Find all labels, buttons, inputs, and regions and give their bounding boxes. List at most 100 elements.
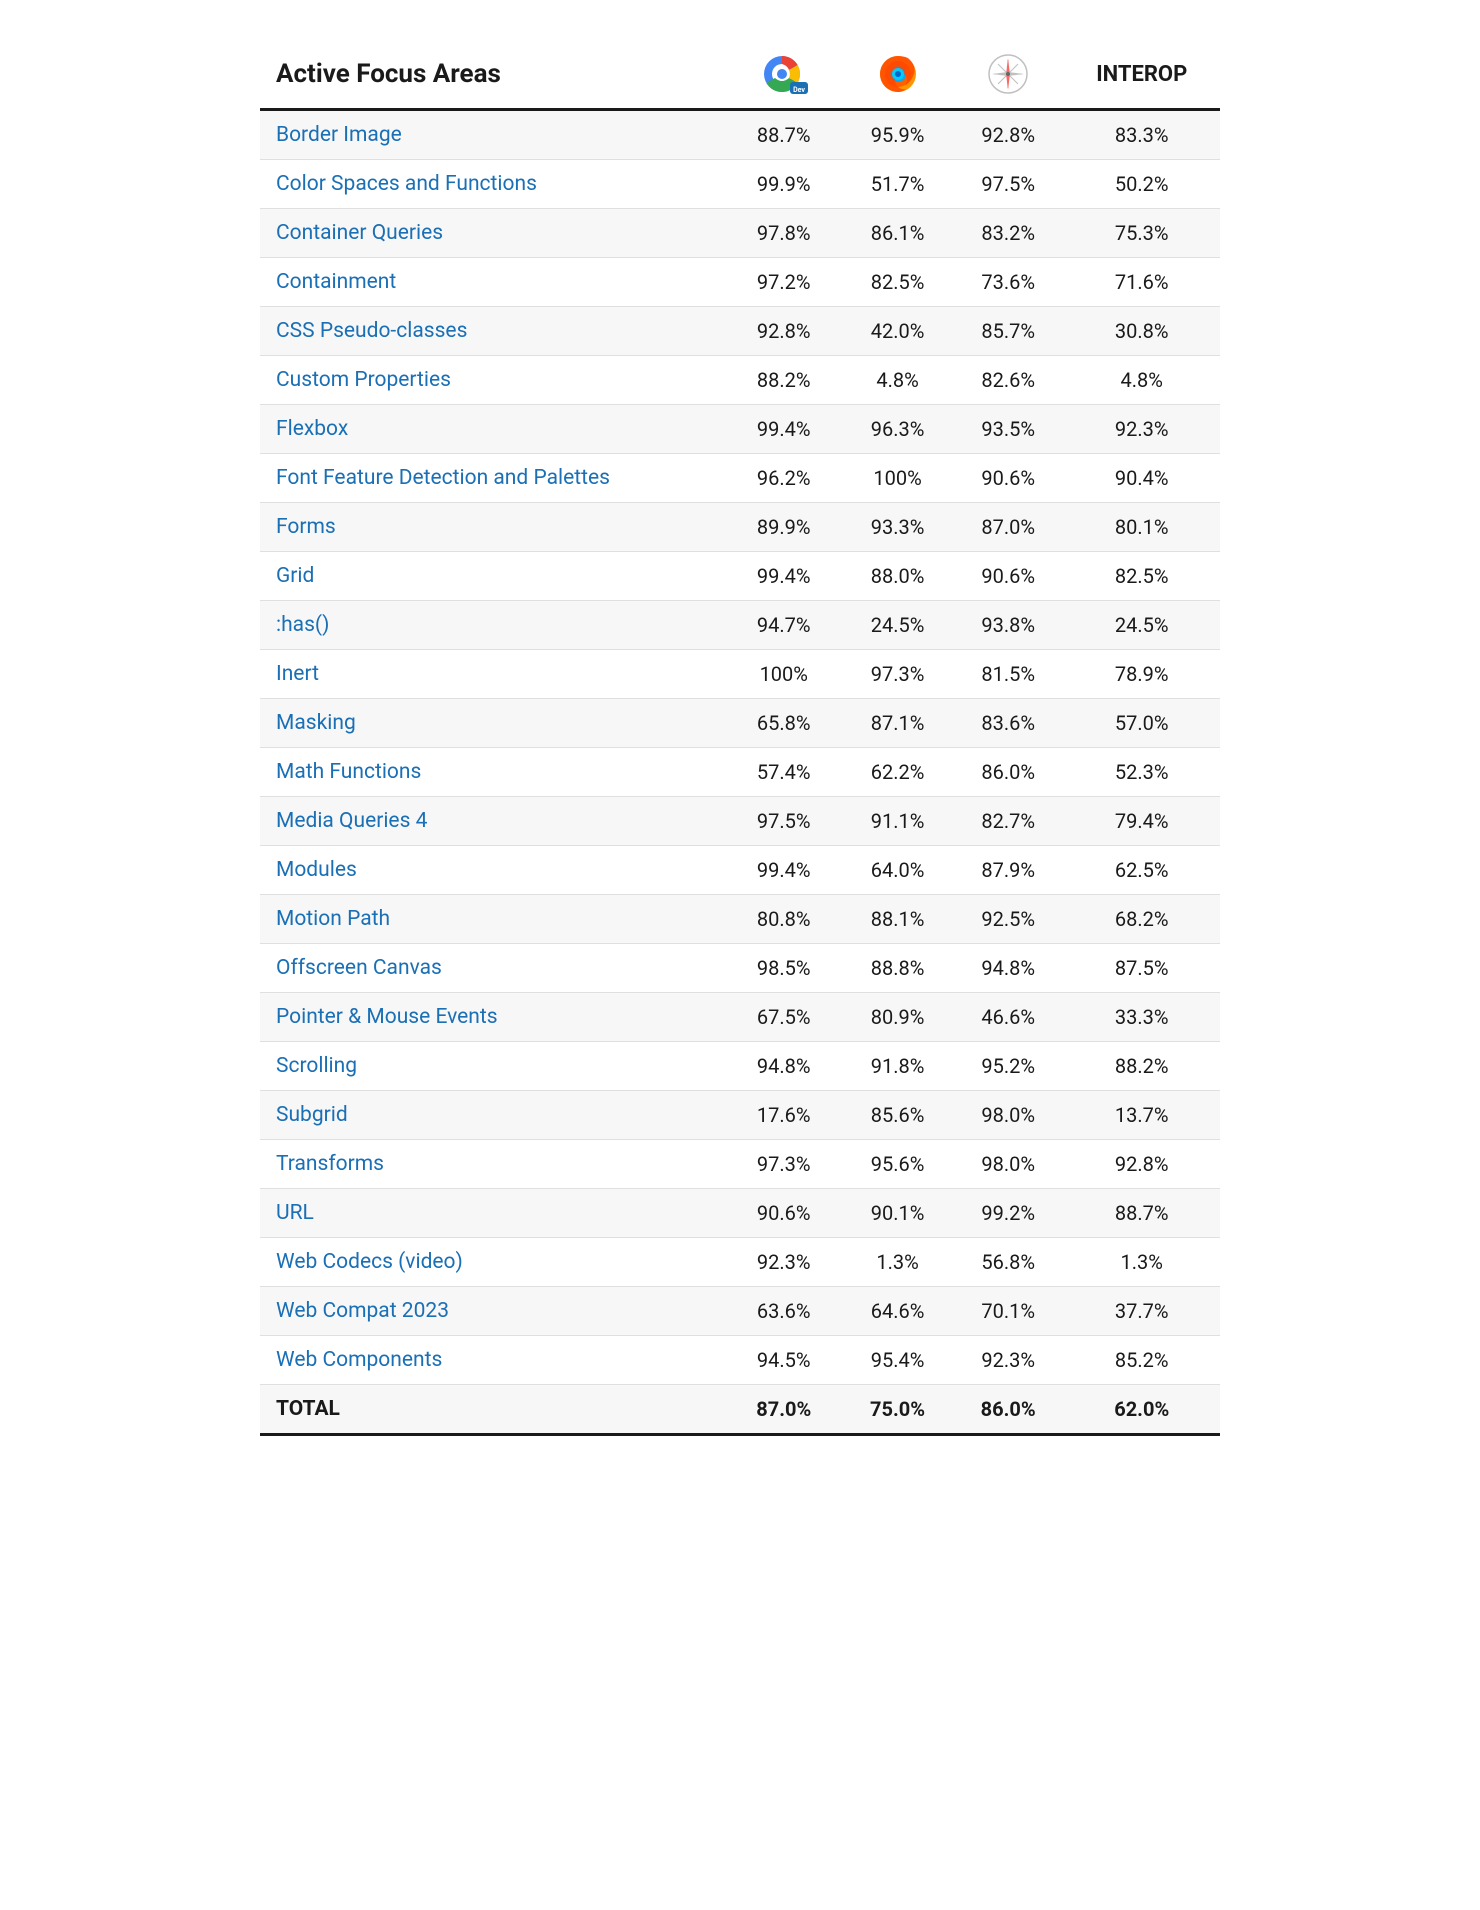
- safari-icon-container: [969, 52, 1048, 96]
- row-value-col2: 17.6%: [725, 1091, 842, 1140]
- chrome-dev-icon: Dev: [754, 52, 814, 96]
- row-value-col4: 93.8%: [953, 601, 1064, 650]
- row-name[interactable]: Font Feature Detection and Palettes: [260, 454, 725, 503]
- row-value-col2: 87.0%: [725, 1385, 842, 1435]
- row-value-col3: 91.1%: [842, 797, 953, 846]
- row-value-col2: 89.9%: [725, 503, 842, 552]
- row-value-col2: 90.6%: [725, 1189, 842, 1238]
- row-name[interactable]: Forms: [260, 503, 725, 552]
- row-value-col4: 86.0%: [953, 748, 1064, 797]
- row-name[interactable]: Motion Path: [260, 895, 725, 944]
- row-value-col4: 97.5%: [953, 160, 1064, 209]
- table-row: Web Compat 202363.6%64.6%70.1%37.7%: [260, 1287, 1220, 1336]
- row-value-col5: 4.8%: [1063, 356, 1220, 405]
- row-value-col5: 52.3%: [1063, 748, 1220, 797]
- row-value-col4: 46.6%: [953, 993, 1064, 1042]
- row-name[interactable]: :has(): [260, 601, 725, 650]
- row-value-col3: 97.3%: [842, 650, 953, 699]
- row-value-col4: 95.2%: [953, 1042, 1064, 1091]
- row-name[interactable]: Inert: [260, 650, 725, 699]
- row-value-col3: 64.6%: [842, 1287, 953, 1336]
- row-value-col3: 87.1%: [842, 699, 953, 748]
- table-row: Pointer & Mouse Events67.5%80.9%46.6%33.…: [260, 993, 1220, 1042]
- row-value-col4: 99.2%: [953, 1189, 1064, 1238]
- row-name[interactable]: Containment: [260, 258, 725, 307]
- row-name[interactable]: CSS Pseudo-classes: [260, 307, 725, 356]
- row-value-col5: 87.5%: [1063, 944, 1220, 993]
- row-value-col2: 97.8%: [725, 209, 842, 258]
- row-value-col5: 78.9%: [1063, 650, 1220, 699]
- row-value-col4: 82.6%: [953, 356, 1064, 405]
- table-row: Grid99.4%88.0%90.6%82.5%: [260, 552, 1220, 601]
- table-row: Web Codecs (video)92.3%1.3%56.8%1.3%: [260, 1238, 1220, 1287]
- row-value-col4: 85.7%: [953, 307, 1064, 356]
- row-value-col2: 92.8%: [725, 307, 842, 356]
- row-value-col4: 92.5%: [953, 895, 1064, 944]
- table-row: Subgrid17.6%85.6%98.0%13.7%: [260, 1091, 1220, 1140]
- row-value-col2: 63.6%: [725, 1287, 842, 1336]
- row-value-col3: 93.3%: [842, 503, 953, 552]
- row-value-col3: 75.0%: [842, 1385, 953, 1435]
- table-row: Border Image88.7%95.9%92.8%83.3%: [260, 110, 1220, 160]
- row-name[interactable]: Transforms: [260, 1140, 725, 1189]
- row-value-col5: 33.3%: [1063, 993, 1220, 1042]
- table-row: Forms89.9%93.3%87.0%80.1%: [260, 503, 1220, 552]
- col-header-chrome: Dev: [725, 40, 842, 110]
- safari-icon: [986, 52, 1030, 96]
- row-value-col2: 99.4%: [725, 846, 842, 895]
- row-value-col3: 24.5%: [842, 601, 953, 650]
- row-value-col5: 80.1%: [1063, 503, 1220, 552]
- row-value-col2: 92.3%: [725, 1238, 842, 1287]
- row-value-col3: 95.4%: [842, 1336, 953, 1385]
- table-row: URL90.6%90.1%99.2%88.7%: [260, 1189, 1220, 1238]
- row-name[interactable]: URL: [260, 1189, 725, 1238]
- row-value-col2: 97.5%: [725, 797, 842, 846]
- row-value-col5: 30.8%: [1063, 307, 1220, 356]
- row-value-col4: 86.0%: [953, 1385, 1064, 1435]
- row-name[interactable]: Grid: [260, 552, 725, 601]
- row-value-col2: 80.8%: [725, 895, 842, 944]
- row-name[interactable]: Masking: [260, 699, 725, 748]
- row-value-col3: 90.1%: [842, 1189, 953, 1238]
- row-value-col3: 91.8%: [842, 1042, 953, 1091]
- row-value-col5: 68.2%: [1063, 895, 1220, 944]
- row-value-col2: 94.7%: [725, 601, 842, 650]
- row-value-col3: 95.6%: [842, 1140, 953, 1189]
- row-value-col5: 88.7%: [1063, 1189, 1220, 1238]
- table-row: :has()94.7%24.5%93.8%24.5%: [260, 601, 1220, 650]
- row-name[interactable]: Scrolling: [260, 1042, 725, 1091]
- row-name[interactable]: Web Codecs (video): [260, 1238, 725, 1287]
- row-name[interactable]: Modules: [260, 846, 725, 895]
- col-header-safari: [953, 40, 1064, 110]
- row-value-col3: 42.0%: [842, 307, 953, 356]
- row-value-col4: 98.0%: [953, 1091, 1064, 1140]
- row-name[interactable]: Border Image: [260, 110, 725, 160]
- row-name[interactable]: Web Compat 2023: [260, 1287, 725, 1336]
- row-name[interactable]: Offscreen Canvas: [260, 944, 725, 993]
- row-name[interactable]: Container Queries: [260, 209, 725, 258]
- row-value-col4: 87.9%: [953, 846, 1064, 895]
- row-value-col5: 90.4%: [1063, 454, 1220, 503]
- table-row: Web Components94.5%95.4%92.3%85.2%: [260, 1336, 1220, 1385]
- row-name[interactable]: Subgrid: [260, 1091, 725, 1140]
- row-value-col3: 88.8%: [842, 944, 953, 993]
- row-name[interactable]: Color Spaces and Functions: [260, 160, 725, 209]
- row-name[interactable]: Flexbox: [260, 405, 725, 454]
- row-value-col3: 4.8%: [842, 356, 953, 405]
- row-value-col5: 62.0%: [1063, 1385, 1220, 1435]
- row-value-col2: 99.4%: [725, 552, 842, 601]
- row-value-col2: 67.5%: [725, 993, 842, 1042]
- row-value-col4: 73.6%: [953, 258, 1064, 307]
- row-name[interactable]: Custom Properties: [260, 356, 725, 405]
- row-name[interactable]: Math Functions: [260, 748, 725, 797]
- row-name[interactable]: Media Queries 4: [260, 797, 725, 846]
- row-name[interactable]: Web Components: [260, 1336, 725, 1385]
- row-name[interactable]: Pointer & Mouse Events: [260, 993, 725, 1042]
- table-row: Inert100%97.3%81.5%78.9%: [260, 650, 1220, 699]
- row-value-col2: 88.2%: [725, 356, 842, 405]
- row-value-col3: 80.9%: [842, 993, 953, 1042]
- row-value-col4: 94.8%: [953, 944, 1064, 993]
- row-value-col3: 96.3%: [842, 405, 953, 454]
- row-value-col4: 81.5%: [953, 650, 1064, 699]
- row-value-col5: 75.3%: [1063, 209, 1220, 258]
